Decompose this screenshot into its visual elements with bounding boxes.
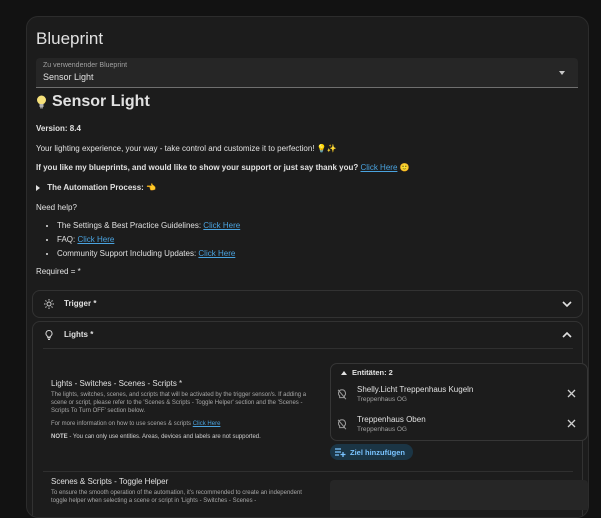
entity-row[interactable]: Shelly.Licht Treppenhaus Kugeln Treppenh… bbox=[331, 380, 587, 408]
card-title: Blueprint bbox=[36, 29, 104, 48]
toggle-helper-field[interactable] bbox=[330, 480, 588, 510]
entity-name: Shelly.Licht Treppenhaus Kugeln bbox=[357, 385, 474, 394]
lightbulb-off-icon bbox=[337, 389, 347, 400]
more-info-text: For more information on how to use scene… bbox=[51, 421, 192, 427]
help-link-prefix: Community Support Including Updates: bbox=[57, 249, 199, 258]
entities-card: Entitäten: 2 Shelly.Licht Treppenhaus Ku… bbox=[330, 363, 588, 441]
help-link-prefix: The Settings & Best Practice Guidelines: bbox=[57, 221, 204, 230]
lights-panel: Lights * Lights - Switches - Scenes - Sc… bbox=[32, 321, 588, 517]
toggle-helper-section: Scenes & Scripts - Toggle Helper To ensu… bbox=[43, 470, 588, 517]
trigger-panel-title: Trigger * bbox=[64, 299, 97, 308]
note-text: - You can only use entities. Areas, devi… bbox=[67, 434, 261, 440]
tagline-text: Your lighting experience, your way - tak… bbox=[36, 144, 315, 153]
entities-count: Entitäten: 2 bbox=[352, 368, 393, 377]
entity-name: Treppenhaus Oben bbox=[357, 415, 426, 424]
entities-header[interactable]: Entitäten: 2 bbox=[341, 368, 393, 377]
support-emoji: 🙂 bbox=[399, 163, 410, 172]
section-title: Lights - Switches - Scenes - Scripts * bbox=[51, 379, 183, 388]
automation-process-emoji: 👈 bbox=[146, 183, 157, 192]
blueprint-select-value: Sensor Light bbox=[43, 72, 94, 82]
tagline: Your lighting experience, your way - tak… bbox=[36, 144, 337, 153]
remove-icon[interactable] bbox=[567, 389, 576, 398]
lights-selector-section: Lights - Switches - Scenes - Scripts * T… bbox=[43, 348, 588, 472]
lightbulb-emoji-icon bbox=[37, 95, 46, 109]
chevron-down-icon bbox=[559, 71, 565, 75]
heading-text: Sensor Light bbox=[52, 93, 150, 110]
help-link-prefix: FAQ: bbox=[57, 235, 78, 244]
automation-process-label: The Automation Process: bbox=[47, 183, 144, 192]
help-link[interactable]: Click Here bbox=[198, 249, 235, 258]
help-links-list: The Settings & Best Practice Guidelines:… bbox=[51, 221, 240, 263]
add-target-label: Ziel hinzufügen bbox=[350, 447, 405, 457]
add-target-button[interactable]: Ziel hinzufügen bbox=[330, 444, 413, 460]
support-line: If you like my blueprints, and would lik… bbox=[36, 163, 410, 172]
version-text: Version: 8.4 bbox=[36, 124, 81, 133]
remove-icon[interactable] bbox=[567, 419, 576, 428]
need-help-text: Need help? bbox=[36, 203, 77, 212]
trigger-panel-header[interactable]: Trigger * bbox=[33, 291, 582, 317]
support-link[interactable]: Click Here bbox=[361, 163, 398, 172]
help-link-item: FAQ: Click Here bbox=[57, 235, 240, 244]
chevron-down-icon bbox=[562, 301, 572, 308]
entity-area: Treppenhaus OG bbox=[357, 396, 407, 403]
note-label: NOTE bbox=[51, 434, 68, 440]
help-link[interactable]: Click Here bbox=[203, 221, 240, 230]
collapse-triangle-icon bbox=[341, 370, 347, 375]
gear-icon bbox=[44, 299, 54, 309]
chevron-up-icon bbox=[562, 331, 572, 338]
help-link-item: Community Support Including Updates: Cli… bbox=[57, 249, 240, 258]
entity-row[interactable]: Treppenhaus Oben Treppenhaus OG bbox=[331, 410, 587, 438]
lightbulb-icon bbox=[45, 329, 53, 340]
disclosure-triangle-icon bbox=[36, 184, 40, 191]
lights-panel-header[interactable]: Lights * bbox=[33, 322, 582, 348]
blueprint-card: Blueprint Zu verwendender Blueprint Sens… bbox=[26, 16, 589, 518]
blueprint-select[interactable]: Zu verwendender Blueprint Sensor Light bbox=[36, 58, 578, 88]
blueprint-heading: Sensor Light bbox=[36, 93, 150, 111]
tagline-emoji: 💡✨ bbox=[316, 144, 337, 153]
section-description: The lights, switches, scenes, and script… bbox=[51, 392, 307, 414]
required-note: Required = * bbox=[36, 267, 81, 276]
entity-area: Treppenhaus OG bbox=[357, 426, 407, 433]
blueprint-select-label: Zu verwendender Blueprint bbox=[43, 62, 128, 69]
trigger-panel[interactable]: Trigger * bbox=[32, 290, 583, 318]
more-info-line: For more information on how to use scene… bbox=[51, 420, 311, 428]
section-title: Scenes & Scripts - Toggle Helper bbox=[51, 477, 169, 486]
lights-panel-title: Lights * bbox=[64, 330, 94, 339]
automation-process-toggle[interactable]: The Automation Process: 👈 bbox=[36, 183, 156, 192]
help-link-item: The Settings & Best Practice Guidelines:… bbox=[57, 221, 240, 230]
lightbulb-off-icon bbox=[337, 419, 347, 430]
support-text: If you like my blueprints, and would lik… bbox=[36, 163, 359, 172]
more-info-link[interactable]: Click Here bbox=[193, 421, 221, 427]
section-description: To ensure the smooth operation of the au… bbox=[51, 490, 302, 504]
help-link[interactable]: Click Here bbox=[77, 235, 114, 244]
note-line: NOTE - You can only use entities. Areas,… bbox=[51, 433, 311, 441]
add-list-icon bbox=[335, 447, 346, 457]
